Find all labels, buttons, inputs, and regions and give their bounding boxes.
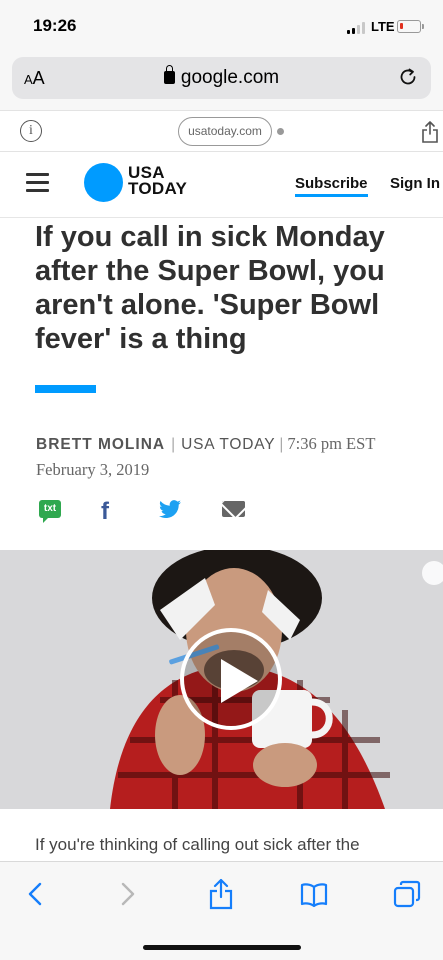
status-dot [277,128,284,135]
status-bar: 19:26 LTE [0,0,443,50]
info-icon[interactable]: i [20,120,42,142]
tabs-icon[interactable] [393,880,421,908]
site-info-bar: i usatoday.com [0,110,443,152]
forward-icon [121,882,135,906]
video-player[interactable] [0,550,443,809]
logo-icon[interactable] [84,163,123,202]
share-icon[interactable] [421,120,439,144]
battery-icon [397,20,421,33]
hamburger-menu-icon[interactable] [26,173,49,192]
signal-icon [347,22,367,34]
reload-icon[interactable] [397,66,419,88]
play-icon[interactable] [180,628,282,730]
publish-date: February 3, 2019 [36,460,150,479]
url-display[interactable]: google.com [12,65,431,89]
site-header: USA TODAY Subscribe Sign In [0,152,443,218]
twitter-icon[interactable] [158,499,182,521]
address-bar[interactable]: AA google.com [12,57,431,99]
subscribe-link[interactable]: Subscribe [295,175,368,197]
share-icon[interactable] [207,878,235,910]
browser-toolbar [0,861,443,960]
home-indicator[interactable] [143,945,301,950]
facebook-icon[interactable]: f [101,498,109,526]
lock-icon [163,65,175,84]
article-teaser: If you're thinking of calling out sick a… [35,835,360,854]
article-byline: BRETT MOLINA | USA TODAY | 7:36 pm EST Febru… [36,431,431,482]
sms-icon[interactable]: txt [39,500,61,523]
url-text: google.com [180,67,280,88]
accent-bar [35,385,96,393]
email-icon[interactable] [222,501,245,517]
video-logo-badge [422,561,443,585]
sign-in-link[interactable]: Sign In [390,175,440,192]
publish-time: 7:36 pm EST [287,434,376,453]
status-time: 19:26 [33,16,77,35]
publication-name: USA TODAY [181,436,276,453]
article-headline: If you call in sick Monday after the Sup… [35,221,385,355]
network-type: LTE [371,19,395,34]
bookmarks-icon[interactable] [300,880,328,908]
author-name[interactable]: BRETT MOLINA [36,436,165,453]
site-logo[interactable]: USA TODAY [128,164,187,197]
site-domain-pill[interactable]: usatoday.com [178,117,272,146]
back-icon[interactable] [22,880,50,908]
browser-address-area: AA google.com [0,50,443,110]
share-row: txt f [0,498,443,526]
